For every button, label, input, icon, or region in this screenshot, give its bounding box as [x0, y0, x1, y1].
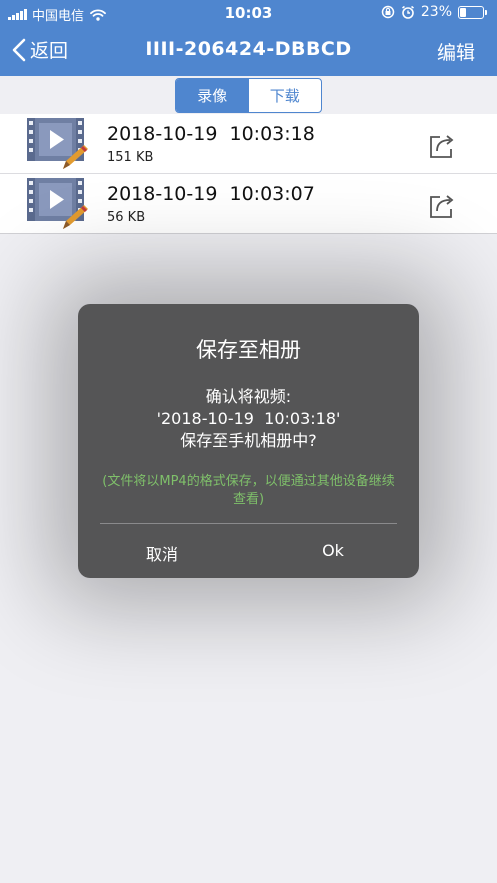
modal-overlay: 保存至相册 确认将视频: '2018-10-19 10:03:18' 保存至手机… [0, 0, 497, 883]
dialog-title: 保存至相册 [196, 338, 301, 362]
dialog-divider [100, 523, 397, 524]
cancel-button[interactable]: 取消 [112, 541, 212, 565]
dialog-message: 确认将视频: '2018-10-19 10:03:18' 保存至手机相册中? [156, 387, 341, 450]
save-to-album-dialog: 保存至相册 确认将视频: '2018-10-19 10:03:18' 保存至手机… [78, 304, 419, 578]
dialog-note: (文件将以MP4的格式保存，以便通过其他设备继续查看) [102, 474, 395, 507]
ok-button[interactable]: Ok [283, 541, 383, 560]
